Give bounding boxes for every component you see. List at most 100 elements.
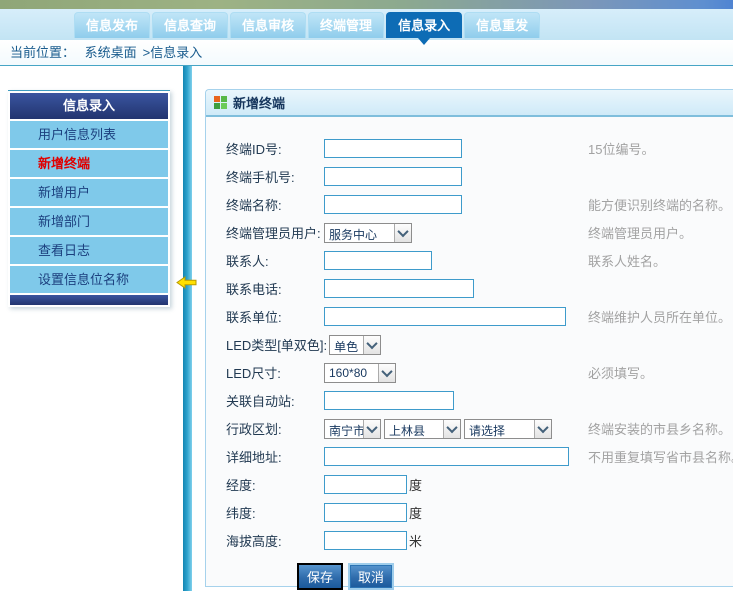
- sidebar-item-1[interactable]: 用户信息列表: [10, 119, 168, 148]
- tab-信息查询[interactable]: 信息查询: [152, 12, 228, 38]
- latitude-input[interactable]: [324, 503, 407, 522]
- admin-user-hint: 终端管理员用户。: [588, 223, 692, 242]
- content-area: 信息录入 用户信息列表新增终端新增用户新增部门查看日志设置信息位名称 新增终端 …: [0, 66, 733, 591]
- cancel-button[interactable]: 取消: [348, 563, 394, 590]
- chevron-down-icon: [443, 420, 460, 438]
- contact-unit-input[interactable]: [324, 307, 566, 326]
- altitude-unit-label: 米: [409, 531, 422, 550]
- longitude-input[interactable]: [324, 475, 407, 494]
- altitude-input[interactable]: [324, 531, 407, 550]
- longitude-label: 经度:: [226, 475, 324, 494]
- chevron-down-icon: [363, 420, 380, 438]
- contact-person-input[interactable]: [324, 251, 432, 270]
- sidebar-item-6[interactable]: 设置信息位名称: [10, 264, 168, 293]
- admin-region-select-1[interactable]: 南宁市: [324, 419, 381, 439]
- address-input[interactable]: [324, 447, 569, 466]
- header-banner-image: [0, 0, 733, 9]
- form-row-terminal-id: 终端ID号: 15位编号。: [226, 139, 733, 158]
- contact-unit-label: 联系单位:: [226, 307, 324, 326]
- led-type-label: LED类型[单双色]:: [226, 335, 329, 354]
- form-row-terminal-phone: 终端手机号:: [226, 167, 733, 186]
- tab-信息录入[interactable]: 信息录入: [386, 12, 462, 38]
- panel-title: 新增终端: [233, 93, 285, 112]
- chevron-down-icon: [534, 420, 551, 438]
- admin-region-select-value: 请选择: [465, 420, 534, 438]
- admin-user-label: 终端管理员用户:: [226, 223, 324, 242]
- breadcrumb-home-link[interactable]: 系统桌面: [85, 45, 137, 60]
- auto-station-input[interactable]: [324, 391, 454, 410]
- admin-region-label: 行政区划:: [226, 419, 324, 438]
- form-row-led-size: LED尺寸:160*80必须填写。: [226, 363, 733, 382]
- contact-phone-label: 联系电话:: [226, 279, 324, 298]
- address-hint: 不用重复填写省市县名称。: [588, 447, 733, 466]
- admin-user-select-value: 服务中心: [325, 224, 394, 242]
- sidebar-item-3[interactable]: 新增用户: [10, 177, 168, 206]
- admin-user-select[interactable]: 服务中心: [324, 223, 412, 243]
- pane-splitter[interactable]: [183, 66, 192, 591]
- form-row-led-type: LED类型[单双色]:单色: [226, 335, 733, 354]
- form-row-auto-station: 关联自动站:: [226, 391, 733, 410]
- sidebar-item-4[interactable]: 新增部门: [10, 206, 168, 235]
- terminal-id-input[interactable]: [324, 139, 462, 158]
- admin-region-select-value: 南宁市: [325, 420, 363, 438]
- left-pane: 信息录入 用户信息列表新增终端新增用户新增部门查看日志设置信息位名称: [0, 66, 183, 591]
- form-row-contact-person: 联系人: 联系人姓名。: [226, 251, 733, 270]
- form-row-contact-phone: 联系电话:: [226, 279, 733, 298]
- form-row-admin-region: 行政区划:南宁市 上林县请选择 终端安装的市县乡名称。: [226, 419, 733, 438]
- new-terminal-form: 终端ID号:15位编号。终端手机号:终端名称:能方便识别终端的名称。终端管理员用…: [206, 117, 733, 590]
- latitude-label: 纬度:: [226, 503, 324, 522]
- longitude-unit-label: 度: [409, 475, 422, 494]
- page: 信息发布信息查询信息审核终端管理信息录入信息重发 当前位置： 系统桌面>信息录入…: [0, 0, 733, 591]
- contact-person-hint: 联系人姓名。: [588, 251, 666, 270]
- main-tab-bar: 信息发布信息查询信息审核终端管理信息录入信息重发: [0, 9, 733, 40]
- latitude-unit-label: 度: [409, 503, 422, 522]
- contact-person-label: 联系人:: [226, 251, 324, 270]
- form-row-admin-user: 终端管理员用户:服务中心 终端管理员用户。: [226, 223, 733, 242]
- sidebar-menu: 信息录入 用户信息列表新增终端新增用户新增部门查看日志设置信息位名称: [8, 90, 170, 307]
- sidebar-title: 信息录入: [10, 93, 168, 119]
- terminal-name-label: 终端名称:: [226, 195, 324, 214]
- altitude-label: 海拔高度:: [226, 531, 324, 550]
- tab-信息审核[interactable]: 信息审核: [230, 12, 306, 38]
- contact-phone-input[interactable]: [324, 279, 474, 298]
- sidebar-footer-bar: [10, 293, 168, 305]
- terminal-id-hint: 15位编号。: [588, 139, 654, 158]
- led-type-select-value: 单色: [330, 336, 363, 354]
- form-row-terminal-name: 终端名称: 能方便识别终端的名称。: [226, 195, 733, 214]
- admin-region-hint: 终端安装的市县乡名称。: [588, 419, 731, 438]
- led-size-label: LED尺寸:: [226, 363, 324, 382]
- save-button[interactable]: 保存: [297, 563, 343, 590]
- terminal-name-hint: 能方便识别终端的名称。: [588, 195, 731, 214]
- breadcrumb: 当前位置： 系统桌面>信息录入: [0, 40, 733, 66]
- terminal-id-label: 终端ID号:: [226, 139, 324, 158]
- terminal-name-input[interactable]: [324, 195, 462, 214]
- sidebar-item-5[interactable]: 查看日志: [10, 235, 168, 264]
- led-type-select[interactable]: 单色: [329, 335, 381, 355]
- admin-region-select-3[interactable]: 请选择: [464, 419, 552, 439]
- address-label: 详细地址:: [226, 447, 324, 466]
- tab-信息发布[interactable]: 信息发布: [74, 12, 150, 38]
- chevron-down-icon: [363, 336, 380, 354]
- tab-终端管理[interactable]: 终端管理: [308, 12, 384, 38]
- breadcrumb-prefix: 当前位置：: [10, 45, 75, 60]
- tab-信息重发[interactable]: 信息重发: [464, 12, 540, 38]
- form-row-contact-unit: 联系单位: 终端维护人员所在单位。: [226, 307, 733, 326]
- form-row-address: 详细地址: 不用重复填写省市县名称。: [226, 447, 733, 466]
- collapse-sidebar-arrow-icon[interactable]: [176, 276, 197, 294]
- admin-region-select-2[interactable]: 上林县: [384, 419, 461, 439]
- terminal-phone-label: 终端手机号:: [226, 167, 324, 186]
- contact-unit-hint: 终端维护人员所在单位。: [588, 307, 731, 326]
- sidebar-item-2[interactable]: 新增终端: [10, 148, 168, 177]
- terminal-phone-input[interactable]: [324, 167, 462, 186]
- led-size-select[interactable]: 160*80: [324, 363, 396, 383]
- form-row-latitude: 纬度: 度: [226, 503, 733, 522]
- form-row-altitude: 海拔高度: 米: [226, 531, 733, 550]
- form-buttons: 保存取消: [297, 563, 733, 590]
- led-size-select-value: 160*80: [325, 364, 378, 382]
- breadcrumb-current: 信息录入: [150, 45, 202, 60]
- panel-header: 新增终端: [206, 90, 733, 117]
- chevron-down-icon: [394, 224, 411, 242]
- main-pane: 新增终端 终端ID号:15位编号。终端手机号:终端名称:能方便识别终端的名称。终…: [192, 66, 733, 591]
- auto-station-label: 关联自动站:: [226, 391, 324, 410]
- modules-icon: [214, 96, 227, 109]
